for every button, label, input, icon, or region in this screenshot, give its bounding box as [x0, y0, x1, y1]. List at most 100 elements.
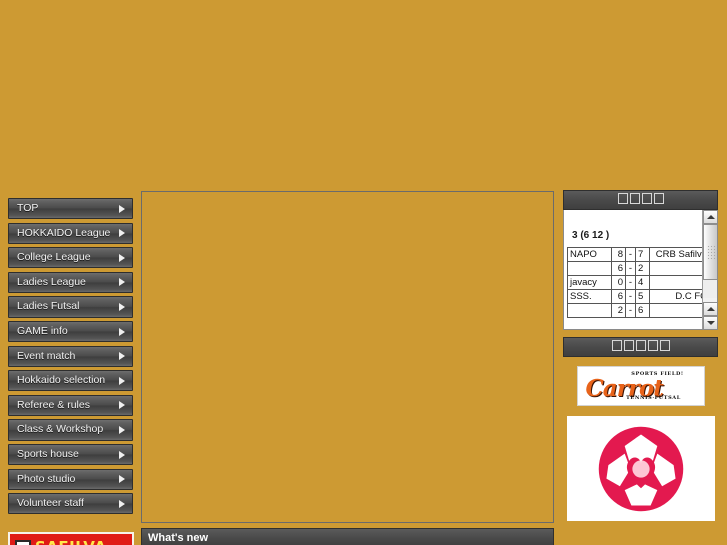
- whats-new-label: What's new: [148, 532, 209, 544]
- table-row[interactable]: 6 - 2: [567, 261, 702, 276]
- scroll-up-button[interactable]: [703, 210, 717, 224]
- home-team: NAPO: [567, 247, 612, 262]
- sidebar-item-label: Sports house: [17, 447, 79, 460]
- sidebar-item-volunteer-staff[interactable]: Volunteer staff: [8, 493, 133, 515]
- home-score: 6: [611, 289, 626, 304]
- chevron-right-icon: [119, 475, 125, 484]
- sidebar-nav: TOP HOKKAIDO League College League Ladie…: [8, 198, 133, 518]
- score-summary: 3 (6 12 ): [572, 230, 610, 241]
- scrollbar-track[interactable]: [703, 224, 717, 298]
- home-score: 0: [611, 275, 626, 290]
- cjk-glyph-box: [623, 340, 634, 351]
- sidebar-item-label: Ladies League: [17, 275, 86, 288]
- results-panel: 3 (6 12 ) NAPO 8 - 7 CRB Safilva 6 - 2 j…: [563, 210, 718, 330]
- table-row[interactable]: NAPO 8 - 7 CRB Safilva: [567, 247, 702, 262]
- away-score: 4: [635, 275, 650, 290]
- home-team: javacy: [567, 275, 612, 290]
- score-separator: -: [625, 261, 636, 276]
- results-table: NAPO 8 - 7 CRB Safilva 6 - 2 javacy 0 - …: [567, 247, 702, 318]
- results-scrollbar[interactable]: [702, 210, 717, 329]
- cjk-glyph-box: [653, 193, 664, 204]
- score-separator: -: [625, 247, 636, 262]
- home-team: SSS.: [567, 289, 612, 304]
- away-team: [649, 303, 702, 318]
- chevron-right-icon: [119, 303, 125, 312]
- cjk-glyph-box: [635, 340, 646, 351]
- sidebar-item-ladies-league[interactable]: Ladies League: [8, 271, 133, 294]
- carrot-sponsor-banner[interactable]: SPORTS FIELD! Carrot TENNIS·FUTSAL: [576, 366, 705, 406]
- away-team: [649, 275, 702, 290]
- scroll-up-button-lower[interactable]: [703, 302, 717, 316]
- sidebar-item-game-info[interactable]: GAME info: [8, 320, 133, 343]
- triangle-up-icon: [706, 215, 715, 219]
- results-scroll-content: 3 (6 12 ) NAPO 8 - 7 CRB Safilva 6 - 2 j…: [564, 210, 702, 329]
- sidebar-item-sports-house[interactable]: Sports house: [8, 443, 133, 466]
- cjk-glyph-box: [617, 193, 628, 204]
- sidebar-item-label: Referee & rules: [17, 398, 90, 411]
- chevron-right-icon: [119, 278, 125, 287]
- cjk-glyph-box: [647, 340, 658, 351]
- chevron-right-icon: [119, 204, 125, 213]
- sidebar-item-class-workshop[interactable]: Class & Workshop: [8, 419, 133, 441]
- away-team: D.C FC: [649, 289, 702, 304]
- home-score: 8: [611, 247, 626, 262]
- safilva-banner[interactable]: SAFILVA: [8, 532, 134, 545]
- sidebar-item-label: Photo studio: [17, 472, 76, 485]
- chevron-right-icon: [119, 499, 125, 508]
- chevron-right-icon: [119, 229, 125, 238]
- results-panel-title: [563, 190, 718, 210]
- sidebar-item-label: HOKKAIDO League: [17, 226, 111, 239]
- banner-square-icon: [15, 540, 31, 545]
- sidebar-item-label: Volunteer staff: [17, 497, 84, 510]
- score-separator: -: [625, 289, 636, 304]
- right-sidebar: 3 (6 12 ) NAPO 8 - 7 CRB Safilva 6 - 2 j…: [563, 190, 718, 521]
- chevron-right-icon: [119, 327, 125, 336]
- sponsor-section: SPORTS FIELD! Carrot TENNIS·FUTSAL: [563, 337, 718, 521]
- home-score: 6: [611, 261, 626, 276]
- sidebar-item-referee-rules[interactable]: Referee & rules: [8, 394, 133, 417]
- chevron-right-icon: [119, 450, 125, 459]
- sidebar-item-event-match[interactable]: Event match: [8, 345, 133, 367]
- chevron-right-icon: [119, 253, 125, 262]
- sidebar-item-college-league[interactable]: College League: [8, 247, 133, 269]
- cjk-glyph-box: [659, 340, 670, 351]
- sidebar-item-photo-studio[interactable]: Photo studio: [8, 468, 133, 490]
- sidebar-item-label: TOP: [17, 202, 39, 214]
- page-root: TOP HOKKAIDO League College League Ladie…: [0, 0, 727, 545]
- sidebar-item-label: Hokkaido selection: [17, 374, 106, 387]
- chevron-right-icon: [119, 401, 125, 410]
- home-score: 2: [611, 303, 626, 318]
- sidebar-item-ladies-futsal[interactable]: Ladies Futsal: [8, 296, 133, 318]
- table-row[interactable]: SSS. 6 - 5 D.C FC: [567, 289, 702, 304]
- home-team: [567, 303, 612, 318]
- sidebar-item-label: College League: [17, 251, 91, 264]
- sponsor-panel-title: [563, 337, 718, 357]
- scrollbar-thumb[interactable]: [703, 224, 717, 280]
- away-score: 6: [635, 303, 650, 318]
- table-row[interactable]: 2 - 6: [567, 303, 702, 318]
- chevron-right-icon: [119, 352, 125, 361]
- sidebar-item-top[interactable]: TOP: [8, 198, 133, 220]
- cjk-glyph-box: [611, 340, 622, 351]
- safilva-banner-text: SAFILVA: [35, 538, 106, 545]
- away-team: CRB Safilva: [649, 247, 702, 262]
- away-score: 5: [635, 289, 650, 304]
- table-row[interactable]: javacy 0 - 4: [567, 275, 702, 290]
- sidebar-item-label: Event match: [17, 349, 76, 362]
- sidebar-item-label: Ladies Futsal: [17, 300, 80, 313]
- grip-dots-icon: [707, 245, 716, 259]
- away-team: [649, 261, 702, 276]
- away-score: 2: [635, 261, 650, 276]
- sidebar-item-label: Class & Workshop: [17, 423, 104, 436]
- heart-soccer-ball-banner[interactable]: [566, 416, 715, 521]
- chevron-right-icon: [119, 425, 125, 434]
- cjk-glyph-box: [641, 193, 652, 204]
- cjk-glyph-box: [629, 193, 640, 204]
- score-separator: -: [625, 275, 636, 290]
- scroll-down-button[interactable]: [703, 316, 717, 329]
- triangle-up-icon: [706, 307, 715, 311]
- carrot-tagline-bottom: TENNIS·FUTSAL: [626, 395, 681, 401]
- sidebar-item-hokkaido-selection[interactable]: Hokkaido selection: [8, 370, 133, 392]
- sidebar-item-hokkaido-league[interactable]: HOKKAIDO League: [8, 222, 133, 244]
- whats-new-header: What's new: [141, 528, 554, 545]
